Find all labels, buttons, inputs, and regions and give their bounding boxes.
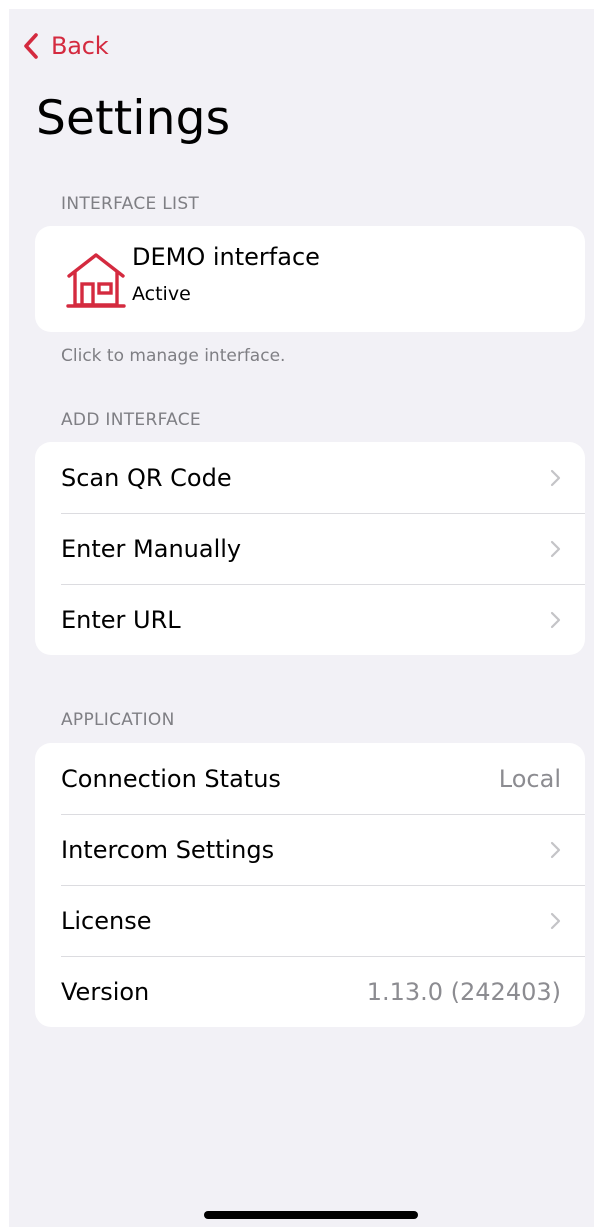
connection-status-row: Connection Status Local [35, 743, 585, 814]
section-header-application: APPLICATION [61, 710, 175, 730]
row-label: Enter Manually [61, 534, 242, 563]
add-interface-card: Scan QR Code Enter Manually Enter URL [35, 442, 585, 655]
row-label: Intercom Settings [61, 835, 275, 864]
settings-screen: Back Settings INTERFACE LIST DEMO interf… [9, 9, 594, 1227]
row-label: Enter URL [61, 605, 181, 634]
version-row: Version 1.13.0 (242403) [35, 956, 585, 1027]
home-indicator [204, 1211, 418, 1219]
interface-status: Active [132, 283, 191, 305]
chevron-left-icon [23, 32, 39, 60]
version-value: 1.13.0 (242403) [366, 977, 561, 1006]
chevron-right-icon [550, 611, 561, 629]
scan-qr-code-row[interactable]: Scan QR Code [35, 442, 585, 513]
interface-list-item[interactable] [35, 226, 585, 332]
connection-status-value: Local [498, 764, 561, 793]
intercom-settings-row[interactable]: Intercom Settings [35, 814, 585, 885]
row-label: Version [61, 977, 150, 1006]
chevron-right-icon [550, 841, 561, 859]
chevron-right-icon [550, 912, 561, 930]
row-label: Scan QR Code [61, 463, 232, 492]
row-label: License [61, 906, 152, 935]
chevron-right-icon [550, 540, 561, 558]
back-button[interactable]: Back [23, 28, 109, 64]
chevron-right-icon [550, 469, 561, 487]
enter-url-row[interactable]: Enter URL [35, 584, 585, 655]
application-card: Connection Status Local Intercom Setting… [35, 743, 585, 1027]
section-header-interface-list: INTERFACE LIST [61, 194, 200, 214]
row-label: Connection Status [61, 764, 281, 793]
interface-list-footer: Click to manage interface. [61, 346, 286, 366]
back-label: Back [51, 32, 109, 60]
license-row[interactable]: License [35, 885, 585, 956]
interface-name: DEMO interface [132, 243, 320, 271]
house-icon [65, 249, 127, 315]
enter-manually-row[interactable]: Enter Manually [35, 513, 585, 584]
section-header-add-interface: ADD INTERFACE [61, 410, 201, 430]
page-title: Settings [36, 91, 231, 146]
